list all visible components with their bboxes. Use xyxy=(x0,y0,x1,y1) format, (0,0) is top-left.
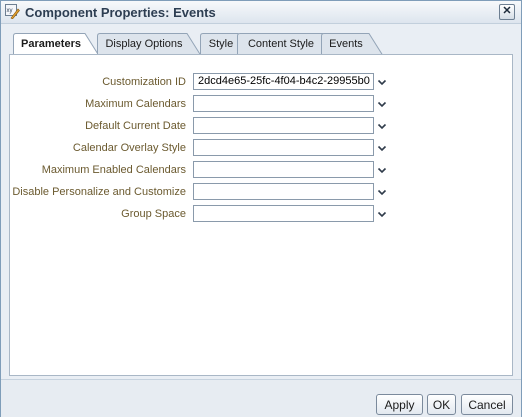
field-label: Group Space xyxy=(121,208,186,220)
component-properties-icon: xy xyxy=(5,4,20,19)
parameters-panel: Customization ID 2dcd4e65-25fc-4f04-b4c2… xyxy=(9,54,513,376)
svg-text:xy: xy xyxy=(7,8,13,14)
ok-button[interactable]: OK xyxy=(427,394,456,415)
field-row-maximum-calendars: Maximum Calendars xyxy=(10,95,512,115)
dialog-footer: Apply OK Cancel xyxy=(1,379,521,417)
close-button[interactable]: ✕ xyxy=(499,4,515,20)
field-row-maximum-enabled-calendars: Maximum Enabled Calendars xyxy=(10,161,512,181)
field-label: Customization ID xyxy=(102,76,186,88)
chevron-down-icon[interactable] xyxy=(377,77,387,87)
field-row-default-current-date: Default Current Date xyxy=(10,117,512,137)
field-label: Default Current Date xyxy=(85,120,186,132)
dialog-title: Component Properties: Events xyxy=(25,5,216,20)
tab-events[interactable]: Events xyxy=(321,33,383,55)
field-row-calendar-overlay-style: Calendar Overlay Style xyxy=(10,139,512,159)
default-current-date-input[interactable] xyxy=(193,117,374,134)
chevron-down-icon[interactable] xyxy=(377,209,387,219)
field-row-disable-personalize: Disable Personalize and Customize xyxy=(10,183,512,203)
field-label: Disable Personalize and Customize xyxy=(12,186,186,198)
chevron-down-icon[interactable] xyxy=(377,121,387,131)
title-bar: xy Component Properties: Events ✕ xyxy=(1,1,521,24)
apply-button[interactable]: Apply xyxy=(376,394,423,415)
tab-label: Display Options xyxy=(105,38,183,50)
group-space-input[interactable] xyxy=(193,205,374,222)
tab-strip: Parameters Display Options Style Content… xyxy=(13,33,513,55)
field-label: Maximum Enabled Calendars xyxy=(41,164,186,176)
disable-personalize-input[interactable] xyxy=(193,183,374,200)
chevron-down-icon[interactable] xyxy=(377,187,387,197)
tab-label: Parameters xyxy=(21,38,81,50)
tab-parameters[interactable]: Parameters xyxy=(13,33,99,55)
field-row-group-space: Group Space xyxy=(10,205,512,225)
chevron-down-icon[interactable] xyxy=(377,143,387,153)
chevron-down-icon[interactable] xyxy=(377,165,387,175)
customization-id-input[interactable]: 2dcd4e65-25fc-4f04-b4c2-29955b0 xyxy=(193,73,374,90)
field-row-customization-id: Customization ID 2dcd4e65-25fc-4f04-b4c2… xyxy=(10,73,512,93)
tab-label: Style xyxy=(208,38,234,50)
tab-label: Content Style xyxy=(247,38,315,50)
cancel-button[interactable]: Cancel xyxy=(461,394,513,415)
calendar-overlay-style-input[interactable] xyxy=(193,139,374,156)
maximum-enabled-calendars-input[interactable] xyxy=(193,161,374,178)
component-properties-dialog: xy Component Properties: Events ✕ Parame… xyxy=(0,0,522,417)
tab-display-options[interactable]: Display Options xyxy=(97,33,201,55)
field-label: Calendar Overlay Style xyxy=(72,142,186,154)
chevron-down-icon[interactable] xyxy=(377,99,387,109)
maximum-calendars-input[interactable] xyxy=(193,95,374,112)
tab-label: Events xyxy=(329,38,363,50)
field-label: Maximum Calendars xyxy=(85,98,186,110)
